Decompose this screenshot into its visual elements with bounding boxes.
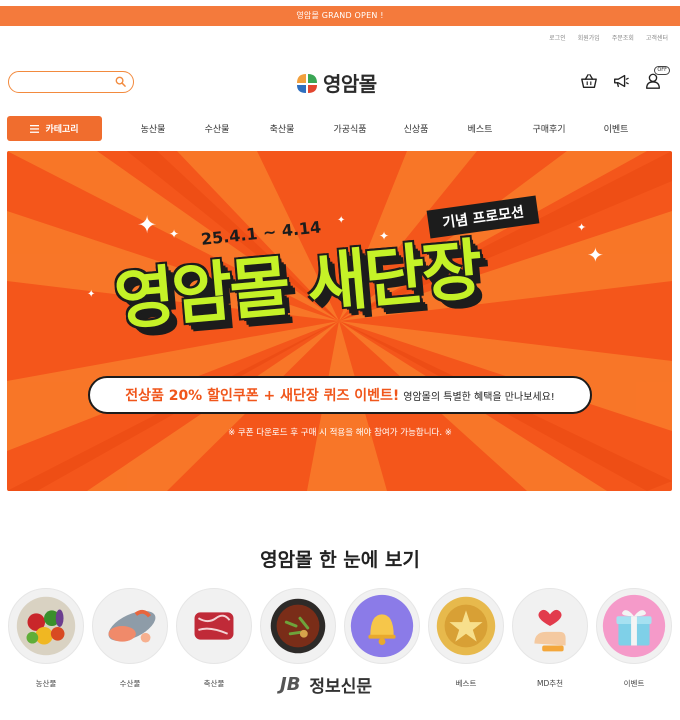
watermark-mark: JB — [280, 674, 301, 695]
meat-icon — [194, 612, 234, 640]
quick-category-processed[interactable] — [260, 588, 336, 664]
seafood-icon — [108, 609, 156, 643]
vegetables-icon — [16, 596, 76, 656]
cart-icon[interactable] — [580, 72, 598, 90]
category-menu-button[interactable]: 카테고리 — [7, 116, 102, 141]
gift-icon — [602, 594, 666, 658]
quick-category-label: 수산물 — [119, 679, 141, 688]
megaphone-icon[interactable] — [612, 72, 630, 90]
quick-category-livestock[interactable] — [176, 588, 252, 664]
hamburger-icon — [30, 124, 40, 133]
nav-item-best[interactable]: 베스트 — [468, 122, 493, 135]
search-input[interactable] — [17, 75, 117, 95]
signup-link[interactable]: 회원가입 — [578, 33, 600, 42]
nav-item-seafood[interactable]: 수산물 — [205, 122, 230, 135]
nav-item-agricultural[interactable]: 농산물 — [141, 122, 166, 135]
hero-footnote: ※ 쿠폰 다운로드 후 구매 시 적용을 해야 참여가 가능합니다. ※ — [228, 428, 452, 438]
search-icon[interactable] — [115, 76, 126, 87]
star-medal-icon — [436, 596, 496, 656]
top-announcement-banner[interactable]: 영암몰 GRAND OPEN ! — [0, 6, 680, 26]
quick-category-label: 농산물 — [35, 679, 57, 688]
watermark-text: 정보신문 — [306, 672, 375, 697]
logo-text: 영암몰 — [323, 72, 377, 96]
quick-category-events[interactable] — [596, 588, 672, 664]
login-link[interactable]: 로그인 — [549, 33, 566, 42]
sparkle-icon: ✦ — [587, 243, 604, 267]
nav-item-new[interactable]: 신상품 — [404, 122, 429, 135]
bell-icon — [350, 594, 414, 658]
sparkle-icon: ✦ — [577, 221, 587, 234]
sparkle-icon: ✦ — [137, 211, 158, 239]
news-watermark: JB 정보신문 — [280, 672, 375, 697]
quick-category-label: 축산물 — [203, 679, 225, 688]
quick-category-label: 베스트 — [455, 679, 477, 688]
heart-hand-icon — [534, 609, 566, 652]
quick-category-seafood[interactable] — [92, 588, 168, 664]
coupon-subtext: 영암몰의 특별한 혜택을 만나보세요! — [403, 391, 555, 403]
quick-category-md-pick[interactable] — [512, 588, 588, 664]
coupon-headline: 전상품 20% 할인쿠폰 + 새단장 퀴즈 이벤트! — [125, 388, 400, 404]
site-logo[interactable]: 영암몰 — [295, 68, 377, 97]
sparkle-icon: ✦ — [337, 215, 346, 226]
category-button-label: 카테고리 — [45, 125, 79, 135]
nav-item-events[interactable]: 이벤트 — [604, 122, 629, 135]
quick-category-best[interactable] — [428, 588, 504, 664]
order-lookup-link[interactable]: 주문조회 — [612, 33, 634, 42]
processed-food-icon — [270, 598, 326, 654]
sparkle-icon: ✦ — [87, 289, 96, 300]
nav-item-livestock[interactable]: 축산물 — [270, 122, 295, 135]
utility-links: 로그인 회원가입 주문조회 고객센터 — [549, 33, 668, 42]
quick-category-label: MD추천 — [536, 679, 564, 688]
search-box — [8, 71, 134, 95]
quick-category-label: 이벤트 — [623, 679, 645, 688]
header-icons: OFF — [580, 66, 670, 90]
quick-category-new[interactable] — [344, 588, 420, 664]
coupon-off-button[interactable]: OFF — [644, 66, 670, 90]
coupon-event-pill[interactable]: 전상품 20% 할인쿠폰 + 새단장 퀴즈 이벤트! 영암몰의 특별한 혜택을 … — [88, 376, 592, 414]
section-title: 영암몰 한 눈에 보기 — [260, 549, 420, 571]
off-badge: OFF — [654, 66, 670, 75]
nav-item-processed[interactable]: 가공식품 — [333, 122, 366, 135]
customer-center-link[interactable]: 고객센터 — [646, 33, 668, 42]
quick-category-agricultural[interactable] — [8, 588, 84, 664]
logo-mark-icon — [297, 73, 317, 93]
main-navigation: 카테고리 농산물 수산물 축산물 가공식품 신상품 베스트 구매후기 이벤트 — [0, 116, 680, 142]
sparkle-icon: ✦ — [169, 227, 180, 241]
nav-item-reviews[interactable]: 구매후기 — [532, 122, 565, 135]
